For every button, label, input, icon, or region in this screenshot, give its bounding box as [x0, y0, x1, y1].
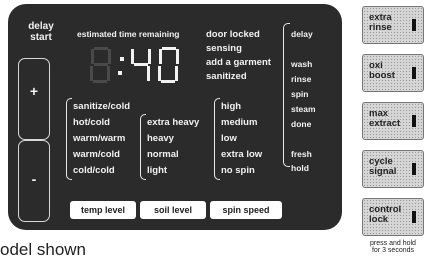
soil-option: normal — [147, 149, 179, 160]
cycle-signal-indicator — [412, 163, 416, 175]
status-add-garment: add a garment — [206, 57, 271, 68]
cycle-done: done — [291, 119, 312, 129]
soil-level-button[interactable]: soil level — [140, 201, 206, 219]
time-remaining-header: estimated time remaining — [77, 29, 180, 39]
oxi-boost-button[interactable]: oxi boost — [362, 54, 424, 92]
soil-option: heavy — [147, 133, 174, 144]
control-lock-button[interactable]: control lock — [362, 198, 424, 236]
delay-start-line1: delay — [28, 21, 54, 32]
delay-start-label: delay start — [26, 22, 56, 43]
extra-rinse-button[interactable]: extra rinse — [362, 6, 424, 44]
max-extract-indicator — [412, 115, 416, 127]
temp-option: sanitize/cold — [73, 101, 131, 112]
delay-start-line2: start — [30, 32, 52, 43]
oxi-boost-line2: boost — [369, 69, 395, 81]
temp-level-button[interactable]: temp level — [70, 201, 136, 219]
cycle-steam: steam — [291, 104, 316, 114]
temp-option: warm/cold — [73, 149, 120, 160]
cycle-signal-line2: signal — [369, 165, 397, 177]
temp-option: cold/cold — [73, 165, 115, 176]
cycle-rinse: rinse — [291, 74, 312, 84]
extra-rinse-line2: rinse — [369, 21, 392, 33]
cycle-signal-button[interactable]: cycle signal — [362, 150, 424, 188]
cycle-delay: delay — [291, 29, 313, 39]
spin-speed-button[interactable]: spin speed — [210, 201, 282, 219]
time-down-button[interactable]: - — [18, 140, 50, 222]
max-extract-line2: extract — [369, 117, 401, 129]
control-lock-note: press and hold for 3 seconds — [356, 240, 430, 255]
control-lock-line2: lock — [369, 213, 389, 225]
extra-rinse-indicator — [412, 19, 416, 31]
minus-sign: - — [31, 171, 37, 187]
temp-option: warm/warm — [73, 133, 126, 144]
cycle-status-bracket-top — [283, 23, 290, 167]
temp-option: hot/cold — [73, 117, 110, 128]
status-door-locked: door locked — [206, 29, 260, 40]
spin-option: extra low — [221, 149, 263, 160]
spin-option: no spin — [221, 165, 255, 176]
cycle-spin: spin — [291, 89, 309, 99]
cycle-wash: wash — [291, 59, 313, 69]
max-extract-button[interactable]: max extract — [362, 102, 424, 140]
soil-option: extra heavy — [147, 117, 200, 128]
soil-level-bracket — [140, 114, 146, 180]
control-lock-note-line1: press and hold — [370, 240, 416, 247]
temp-level-bracket — [66, 98, 72, 180]
plus-sign: + — [29, 83, 39, 99]
model-caption: odel shown — [0, 240, 87, 259]
spin-option: medium — [221, 117, 258, 128]
spin-option: high — [221, 101, 242, 112]
soil-option: light — [147, 165, 168, 176]
cycle-hold: hold — [291, 163, 309, 173]
oxi-boost-indicator — [412, 67, 416, 79]
colon-bottom — [118, 71, 122, 75]
time-up-button[interactable]: + — [18, 58, 50, 140]
colon-top — [120, 57, 124, 61]
control-lock-indicator — [412, 211, 416, 223]
time-display: 40 — [88, 45, 193, 85]
control-lock-note-line2: for 3 seconds — [371, 247, 415, 255]
cycle-fresh: fresh — [291, 149, 312, 159]
spin-option: low — [221, 133, 237, 144]
status-sensing: sensing — [206, 43, 242, 54]
spin-speed-bracket — [214, 98, 220, 180]
status-sanitized: sanitized — [206, 71, 247, 82]
